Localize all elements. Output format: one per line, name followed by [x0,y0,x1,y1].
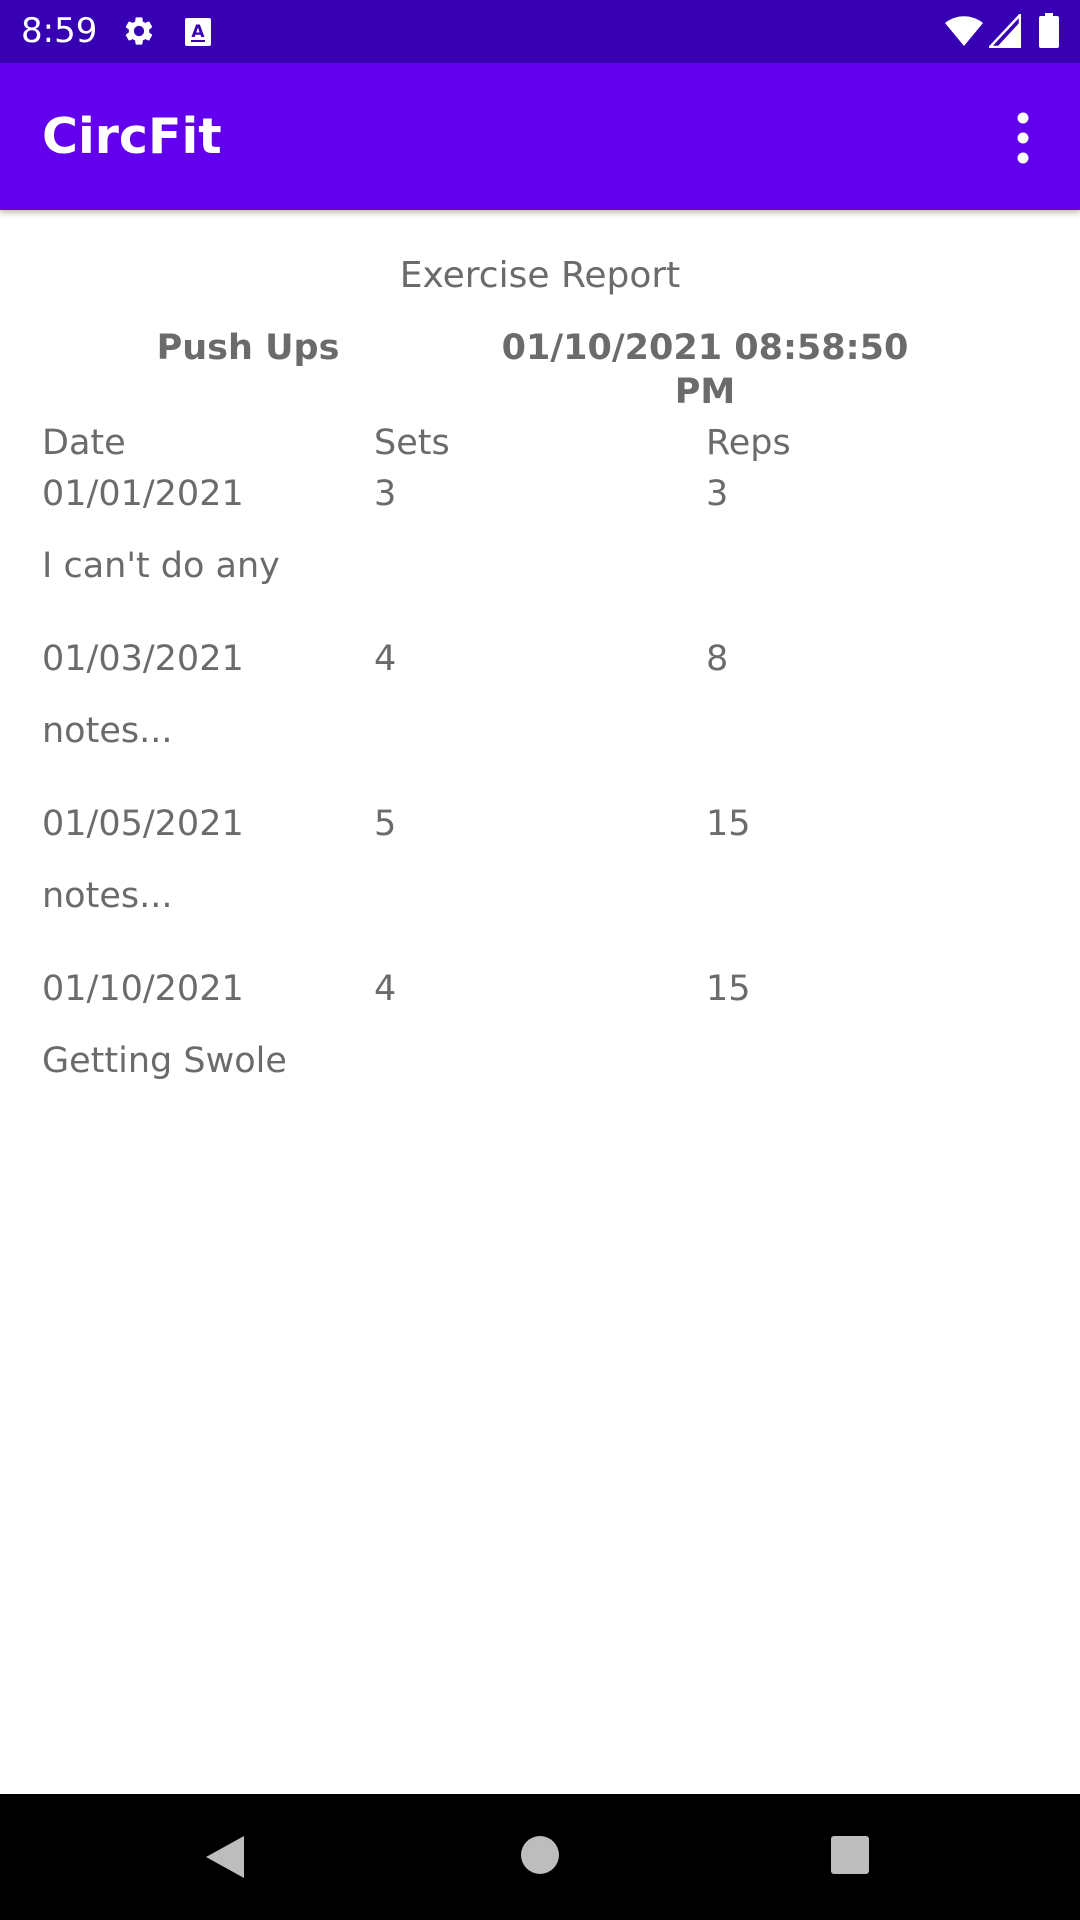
navigation-bar [0,1794,1080,1920]
recents-icon[interactable] [830,1835,870,1875]
overflow-menu-button[interactable] [998,103,1048,173]
column-header-reps: Reps [706,423,791,463]
status-time: 8:59 [21,11,98,51]
entry-notes: I can't do any [42,546,280,586]
entry-sets: 3 [374,474,397,514]
gear-icon [125,17,153,45]
entry-sets: 4 [374,639,397,679]
entry-notes: notes... [42,876,173,916]
app-bar: CircFit [0,63,1080,210]
svg-text:A: A [191,22,205,42]
report-datetime: 01/10/2021 08:58:50 PM [501,328,909,412]
back-icon[interactable] [204,1834,246,1880]
entry-reps: 3 [706,474,729,514]
wifi-icon [945,16,983,46]
column-header-sets: Sets [374,423,450,463]
keyboard-a-icon: A [185,18,211,46]
battery-icon [1039,13,1059,48]
entry-reps: 15 [706,969,751,1009]
cell-signal-icon [989,14,1021,48]
column-header-date: Date [42,423,126,463]
entry-reps: 8 [706,639,729,679]
entry-reps: 15 [706,804,751,844]
entry-date: 01/10/2021 [42,969,244,1009]
app-title: CircFit [42,108,222,165]
entry-notes: Getting Swole [42,1041,287,1081]
more-vert-icon [1017,112,1029,164]
exercise-report: Exercise Report Push Ups 01/10/2021 08:5… [0,210,1080,1794]
entry-notes: notes... [42,711,173,751]
entry-date: 01/01/2021 [42,474,244,514]
entry-date: 01/03/2021 [42,639,244,679]
entry-sets: 5 [374,804,397,844]
exercise-name: Push Ups [156,328,340,368]
home-icon[interactable] [519,1834,561,1876]
report-title: Exercise Report [399,255,681,296]
entry-date: 01/05/2021 [42,804,244,844]
entry-sets: 4 [374,969,397,1009]
status-bar: 8:59 A [0,0,1080,63]
